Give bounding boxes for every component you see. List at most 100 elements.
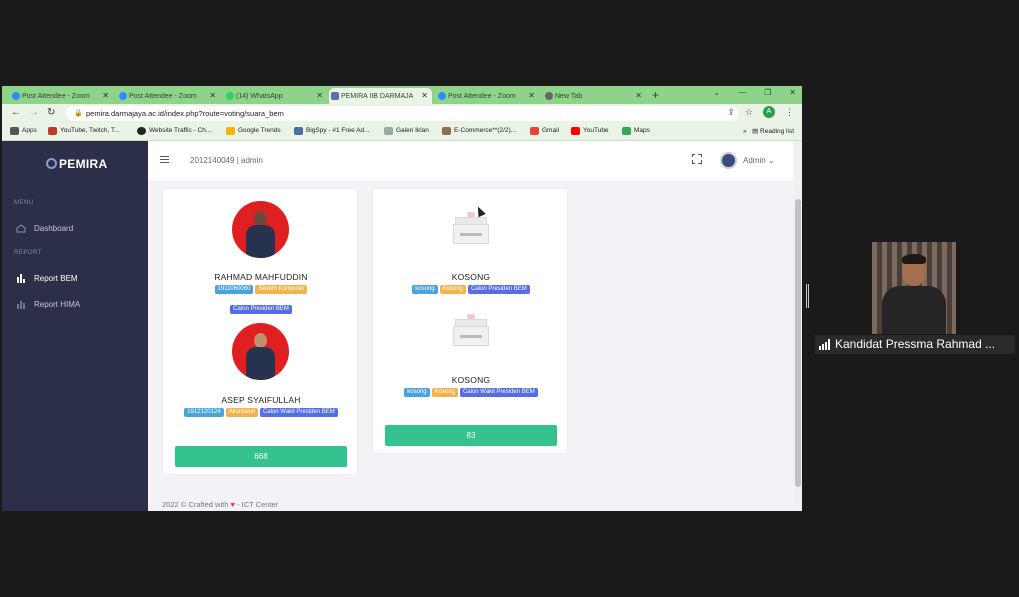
- new-tab-button[interactable]: +: [652, 88, 659, 102]
- site-icon: [137, 127, 146, 135]
- major-badge: Akuntansi: [225, 408, 258, 417]
- bookmark-star-icon[interactable]: ☆: [745, 107, 753, 118]
- fullscreen-icon[interactable]: [691, 153, 702, 164]
- admin-dropdown[interactable]: Admin ⌄: [743, 156, 775, 165]
- toolbar-icons: ⇪ ☆ A ⋮: [727, 106, 794, 118]
- tab-zoom-2[interactable]: Post Attendee - Zoom ✕: [117, 88, 220, 104]
- bookmark-item[interactable]: YouTube, Twitch, T...: [48, 127, 120, 135]
- npm-badge: 1911060060: [214, 285, 254, 294]
- reload-button[interactable]: ↻: [47, 107, 55, 118]
- sidebar-item-dashboard[interactable]: Dashboard: [16, 224, 73, 233]
- reading-list-icon: ▤: [752, 128, 759, 135]
- profile-avatar[interactable]: A: [763, 106, 775, 118]
- pemira-icon: [331, 92, 339, 100]
- bookmark-item[interactable]: YouTube: [571, 127, 609, 135]
- bookmark-item[interactable]: Gmail: [530, 127, 559, 135]
- footer: 2022 © Crafted with ♥ - ICT Center: [162, 500, 278, 509]
- zoom-icon: [438, 92, 446, 100]
- tab-title: Post Attendee - Zoom: [22, 92, 90, 100]
- bookmark-label: Google Trends: [238, 127, 281, 134]
- participant-video[interactable]: [872, 242, 956, 334]
- top-bar: 2012140049 | admin Admin ⌄: [148, 141, 793, 182]
- footer-prefix: 2022 © Crafted with: [162, 500, 229, 509]
- bookmark-item[interactable]: Galeri Iklan: [384, 127, 429, 135]
- close-tab-icon[interactable]: ✕: [209, 91, 216, 100]
- tab-title: New Tab: [555, 92, 583, 100]
- lock-icon: 🔒: [74, 110, 83, 117]
- tab-strip: Post Attendee - Zoom ✕ Post Attendee - Z…: [2, 86, 802, 104]
- bookmarks-bar: Apps YouTube, Twitch, T... Website Traff…: [2, 123, 802, 141]
- minimize-button[interactable]: —: [738, 88, 746, 97]
- hamburger-menu-icon[interactable]: [160, 156, 169, 163]
- bookmark-label: Galeri Iklan: [396, 127, 429, 134]
- close-tab-icon[interactable]: ✕: [316, 91, 323, 100]
- tab-title: PEMIRA IIB DARMAJA: [341, 92, 414, 100]
- role-badge: Calon Presiden BEM: [230, 305, 292, 314]
- heart-icon: ♥: [230, 500, 235, 509]
- bookmark-item[interactable]: Website Traffic - Ch...: [137, 127, 211, 135]
- back-button[interactable]: ←: [11, 107, 21, 118]
- signal-strength-icon: [819, 339, 830, 350]
- candidate-badges: 1912120124 Akuntansi Calon Wakil Preside…: [163, 408, 359, 417]
- brand-logo[interactable]: PEMIRA: [46, 157, 107, 171]
- menu-kebab-icon[interactable]: ⋮: [785, 107, 794, 118]
- candidate-name: KOSONG: [451, 375, 491, 385]
- npm-badge: 1912120124: [184, 408, 224, 417]
- gmail-icon: [530, 127, 539, 135]
- trends-icon: [226, 127, 235, 135]
- brand-name: PEMIRA: [59, 157, 108, 171]
- tab-new-tab[interactable]: New Tab ✕: [543, 88, 646, 104]
- pemira-logo-icon: [46, 158, 57, 169]
- menu-heading: MENU: [14, 200, 34, 206]
- close-tab-icon[interactable]: ✕: [102, 91, 109, 100]
- sidebar-item-report-hima[interactable]: Report HIMA: [16, 300, 80, 309]
- bookmark-item[interactable]: E-Commerce**(2/2)...: [442, 127, 517, 135]
- candidate-role-badges: Calon Presiden BEM: [163, 305, 359, 314]
- site-icon: [294, 127, 303, 135]
- window-controls: ⌄ — ❐ ✕: [713, 88, 796, 97]
- url-field[interactable]: 🔒 pemira.darmajaya.ac.id/index.php?route…: [66, 106, 738, 121]
- bookmark-apps[interactable]: Apps: [10, 127, 37, 135]
- tab-search-icon[interactable]: ⌄: [713, 88, 720, 97]
- role-badge: Calon Presiden BEM: [468, 285, 530, 294]
- participant-name-text: Kandidat Pressma Rahmad ...: [835, 337, 996, 351]
- report-heading: REPORT: [14, 250, 42, 256]
- tab-pemira[interactable]: PEMIRA IIB DARMAJA ✕: [329, 88, 432, 104]
- bookmark-item[interactable]: BigSpy - #1 Free Ad...: [294, 127, 370, 135]
- bookmark-label: YouTube, Twitch, T...: [60, 127, 120, 134]
- admin-avatar[interactable]: [720, 152, 737, 169]
- close-tab-icon[interactable]: ✕: [528, 91, 535, 100]
- vote-count-button[interactable]: 668: [175, 446, 347, 467]
- candidate-badges: kosong Kosong Calon Wakil Presiden BEM: [373, 388, 569, 397]
- candidate-card-2: KOSONG kosong Kosong Calon Presiden BEM …: [372, 188, 568, 454]
- page-scrollbar[interactable]: [793, 141, 802, 511]
- restore-button[interactable]: ❐: [764, 88, 771, 97]
- close-tab-icon[interactable]: ✕: [635, 91, 642, 100]
- close-window-button[interactable]: ✕: [789, 88, 796, 97]
- vote-count-button[interactable]: 83: [385, 425, 557, 446]
- tab-whatsapp[interactable]: (14) WhatsApp ✕: [224, 88, 327, 104]
- tab-zoom-3[interactable]: Post Attendee - Zoom ✕: [436, 88, 539, 104]
- forward-button[interactable]: →: [29, 107, 39, 118]
- scrollbar-thumb[interactable]: [795, 199, 801, 487]
- participant-name-label: Kandidat Pressma Rahmad ...: [815, 335, 1015, 354]
- panel-splitter-handle[interactable]: [806, 284, 809, 308]
- reading-list[interactable]: » ▤ Reading list: [743, 127, 794, 135]
- close-tab-icon[interactable]: ✕: [421, 91, 428, 100]
- bar-chart-icon: [17, 301, 25, 309]
- bookmark-item[interactable]: Google Trends: [226, 127, 281, 135]
- ballot-box-image: [453, 211, 489, 244]
- bookmark-label: E-Commerce**(2/2)...: [454, 127, 517, 134]
- zoom-icon: [119, 92, 127, 100]
- bookmark-item[interactable]: Maps: [622, 127, 650, 135]
- bookmark-label: YouTube: [583, 127, 609, 134]
- candidate-card-1: RAHMAD MAHFUDDIN 1911060060 Sistem Kompu…: [162, 188, 358, 475]
- home-icon: [16, 224, 26, 233]
- browser-window: Post Attendee - Zoom ✕ Post Attendee - Z…: [2, 86, 802, 511]
- role-badge: Calon Wakil Presiden BEM: [259, 408, 338, 417]
- ballot-box-image: [453, 313, 489, 346]
- share-icon[interactable]: ⇪: [727, 107, 735, 118]
- major-badge: Kosong: [431, 388, 458, 397]
- sidebar-item-report-bem[interactable]: Report BEM: [16, 274, 78, 283]
- tab-zoom-1[interactable]: Post Attendee - Zoom ✕: [10, 88, 113, 104]
